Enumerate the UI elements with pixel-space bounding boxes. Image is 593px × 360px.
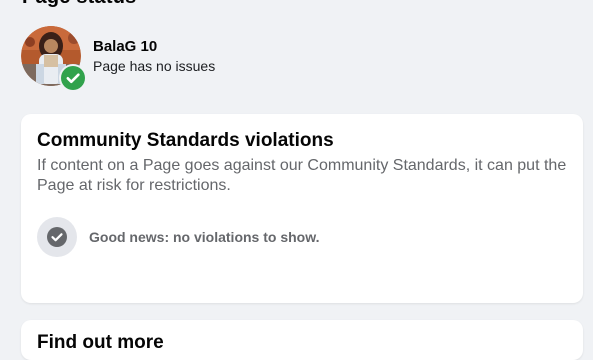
page-status-check-wrap <box>59 64 87 92</box>
gray-checkmark-icon <box>37 217 77 257</box>
find-out-more-title: Find out more <box>37 332 164 353</box>
page-meta: BalaG 10 Page has no issues <box>93 38 215 74</box>
community-standards-card: Community Standards violations If conten… <box>21 114 583 303</box>
page-name[interactable]: BalaG 10 <box>93 38 215 55</box>
community-standards-title: Community Standards violations <box>37 130 334 151</box>
community-standards-description: If content on a Page goes against our Co… <box>37 157 567 194</box>
page-avatar-wrap[interactable] <box>21 26 87 92</box>
find-out-more-card: Find out more <box>21 320 583 360</box>
green-checkmark-icon <box>61 66 85 90</box>
violations-empty-message: Good news: no violations to show. <box>89 229 320 245</box>
violations-empty-state: Good news: no violations to show. <box>37 217 319 257</box>
page-status-text: Page has no issues <box>93 58 216 74</box>
page-summary: BalaG 10 Page has no issues <box>21 26 215 92</box>
page-status-heading: Page status <box>22 0 136 9</box>
